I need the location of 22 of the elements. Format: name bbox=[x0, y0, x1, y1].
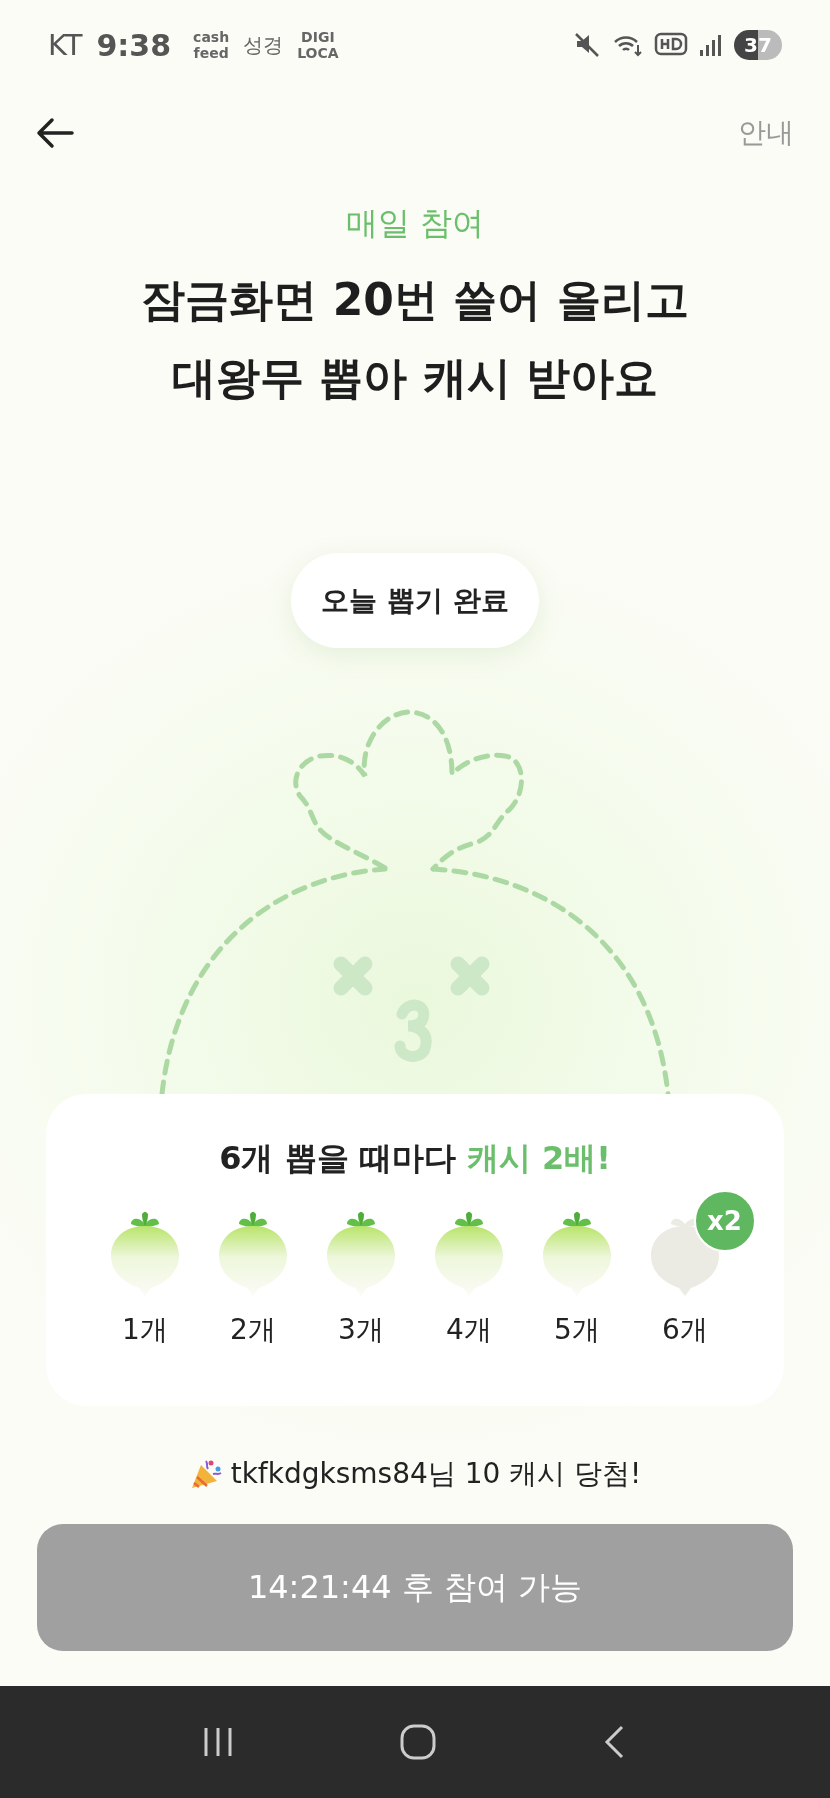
carrier-name: KT bbox=[48, 28, 83, 62]
multiplier-badge: x2 bbox=[693, 1190, 756, 1252]
winner-message: tkfkdgksms84님 10 캐시 당첨! bbox=[230, 1456, 642, 1492]
info-link[interactable]: 안내 bbox=[738, 113, 794, 152]
home-icon[interactable] bbox=[399, 1723, 437, 1761]
signal-icon bbox=[698, 32, 724, 58]
notification-icon: DIGI LOCA bbox=[297, 29, 339, 61]
radish-count: 4개 bbox=[446, 1312, 492, 1348]
radish-count: 5개 bbox=[554, 1312, 600, 1348]
notification-icon: cash feed bbox=[193, 29, 230, 61]
notification-icon: 성경 bbox=[243, 37, 284, 53]
radish-count: 2개 bbox=[230, 1312, 276, 1348]
headline-line: 잠금화면 20번 쓸어 올리고 bbox=[140, 273, 690, 327]
radish-count: 3개 bbox=[338, 1312, 384, 1348]
radish-count: 6개 bbox=[662, 1312, 708, 1348]
eyebrow-label: 매일 참여 bbox=[344, 203, 486, 243]
radish-count: 1개 bbox=[122, 1312, 168, 1348]
headline-line: 대왕무 뽑아 캐시 받아요 bbox=[171, 351, 659, 405]
status-pill: 오늘 뽑기 완료 bbox=[291, 553, 539, 648]
battery-indicator: 37 bbox=[734, 30, 782, 60]
clock-time: 9:38 bbox=[96, 27, 172, 63]
card-title: 6개 뽑을 때마다 캐시 2배! bbox=[219, 1138, 611, 1178]
